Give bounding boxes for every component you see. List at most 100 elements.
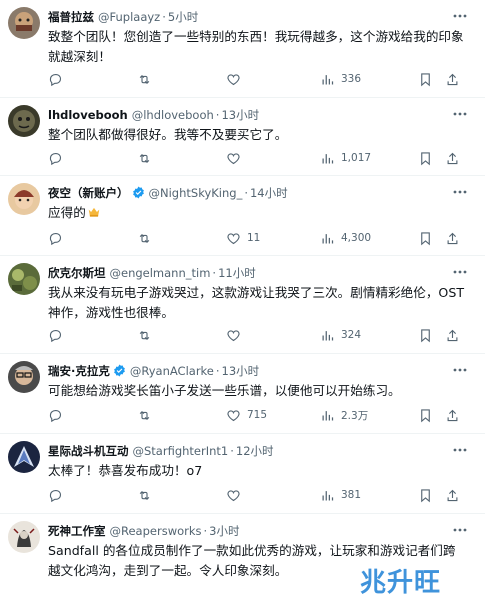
reply-icon — [49, 329, 62, 342]
reply-button[interactable] — [48, 148, 63, 168]
more-icon[interactable] — [451, 521, 469, 539]
verified-badge-icon — [114, 364, 125, 377]
bookmark-icon — [421, 231, 430, 245]
reply-button[interactable] — [48, 325, 63, 345]
views-button[interactable]: 336 — [320, 69, 361, 89]
retweet-button[interactable] — [137, 485, 152, 505]
avatar[interactable] — [8, 105, 40, 137]
share-icon — [447, 489, 458, 501]
like-button[interactable] — [226, 69, 247, 89]
reply-icon — [49, 232, 62, 245]
share-button[interactable] — [445, 325, 460, 345]
tweet[interactable]: 欣克尔斯坦 @engelmann_tim · 11小时 我从来没有玩电子游戏哭过，这款… — [0, 256, 485, 354]
more-icon[interactable] — [451, 7, 469, 25]
share-button[interactable] — [445, 405, 460, 425]
view-count: 324 — [341, 329, 362, 341]
reply-button[interactable] — [48, 69, 63, 89]
more-icon[interactable] — [451, 441, 469, 459]
reply-icon — [49, 73, 62, 86]
bookmark-button[interactable] — [418, 69, 433, 89]
retweet-button[interactable] — [137, 228, 152, 248]
avatar[interactable] — [8, 441, 40, 473]
more-icon[interactable] — [451, 105, 469, 123]
tweet-header: 福普拉兹 @Fuplaayz · 5小时 — [48, 10, 199, 24]
bookmark-icon — [421, 408, 430, 422]
reply-button[interactable] — [48, 228, 63, 248]
timestamp[interactable]: 14小时 — [250, 186, 288, 200]
views-button[interactable]: 324 — [320, 325, 361, 345]
bookmark-icon — [421, 488, 430, 502]
views-button[interactable]: 381 — [320, 485, 361, 505]
like-button[interactable] — [226, 325, 247, 345]
tweet-text: 太棒了！恭喜发布成功！o7 — [48, 463, 203, 478]
timestamp[interactable]: 5小时 — [168, 10, 198, 24]
handle[interactable]: @engelmann_tim — [110, 266, 211, 280]
avatar[interactable] — [8, 361, 40, 393]
tweet[interactable]: 瑞安·克拉克 @RyanAClarke · 13小时 可能想给游戏奖长笛小子发送一些乐… — [0, 354, 485, 434]
tweet-header: 星际战斗机互动 @StarfighterInt1 · 12小时 — [48, 444, 274, 458]
share-button[interactable] — [445, 485, 460, 505]
bookmark-button[interactable] — [418, 228, 433, 248]
like-button[interactable]: 715 — [226, 405, 267, 425]
handle[interactable]: @RyanAClarke — [130, 364, 214, 378]
reply-button[interactable] — [48, 485, 63, 505]
bookmark-button[interactable] — [418, 148, 433, 168]
display-name[interactable]: 福普拉兹 — [48, 10, 94, 24]
views-button[interactable]: 4,300 — [320, 228, 371, 248]
avatar[interactable] — [8, 521, 40, 553]
handle[interactable]: @Reapersworks — [110, 524, 202, 538]
views-icon — [322, 233, 334, 243]
like-button[interactable] — [226, 485, 247, 505]
view-count: 381 — [341, 489, 362, 501]
share-button[interactable] — [445, 228, 460, 248]
like-button[interactable] — [226, 148, 247, 168]
display-name[interactable]: 欣克尔斯坦 — [48, 266, 106, 280]
tweet-header: 瑞安·克拉克 @RyanAClarke · 13小时 — [48, 364, 260, 378]
retweet-button[interactable] — [137, 405, 152, 425]
retweet-button[interactable] — [137, 325, 152, 345]
views-button[interactable]: 2.3万 — [320, 405, 368, 425]
timestamp[interactable]: 13小时 — [222, 364, 260, 378]
share-icon — [447, 329, 458, 341]
avatar[interactable] — [8, 7, 40, 39]
heart-icon — [227, 152, 240, 164]
timestamp[interactable]: 11小时 — [218, 266, 256, 280]
retweet-icon — [139, 410, 150, 420]
more-icon[interactable] — [451, 183, 469, 201]
handle[interactable]: @lhdlovebooh — [132, 108, 214, 122]
display-name[interactable]: 夜空（新账户） — [48, 186, 129, 200]
display-name[interactable]: lhdlovebooh — [48, 108, 128, 122]
share-button[interactable] — [445, 148, 460, 168]
tweet-text: 我从来没有玩电子游戏哭过，这款游戏让我哭了三次。剧情精彩绝伦，OST 神作，游戏… — [48, 285, 465, 320]
timestamp[interactable]: 3小时 — [209, 524, 239, 538]
handle[interactable]: @Fuplaayz — [98, 10, 160, 24]
display-name[interactable]: 死神工作室 — [48, 524, 106, 538]
reply-button[interactable] — [48, 405, 63, 425]
share-button[interactable] — [445, 69, 460, 89]
retweet-button[interactable] — [137, 148, 152, 168]
tweet[interactable]: 夜空（新账户） @NightSkyKing_ · 14小时 应得的 11 4,300 — [0, 176, 485, 256]
retweet-button[interactable] — [137, 69, 152, 89]
handle[interactable]: @NightSkyKing_ — [149, 186, 243, 200]
avatar[interactable] — [8, 183, 40, 215]
share-icon — [447, 409, 458, 421]
more-icon[interactable] — [451, 361, 469, 379]
more-icon[interactable] — [451, 263, 469, 281]
display-name[interactable]: 星际战斗机互动 — [48, 444, 129, 458]
tweet[interactable]: 星际战斗机互动 @StarfighterInt1 · 12小时 太棒了！恭喜发布成功！… — [0, 434, 485, 514]
display-name[interactable]: 瑞安·克拉克 — [48, 364, 110, 378]
tweet[interactable]: lhdlovebooh @lhdlovebooh · 13小时 整个团队都做得很好。我… — [0, 98, 485, 176]
tweet[interactable]: 福普拉兹 @Fuplaayz · 5小时 致整个团队！您创造了一些特别的东西！我玩得越… — [0, 0, 485, 98]
views-button[interactable]: 1,017 — [320, 148, 371, 168]
like-button[interactable]: 11 — [226, 228, 260, 248]
avatar[interactable] — [8, 263, 40, 295]
view-count: 4,300 — [341, 232, 372, 244]
views-icon — [322, 330, 334, 340]
views-icon — [322, 490, 334, 500]
bookmark-button[interactable] — [418, 325, 433, 345]
bookmark-button[interactable] — [418, 485, 433, 505]
timestamp[interactable]: 12小时 — [236, 444, 274, 458]
handle[interactable]: @StarfighterInt1 — [133, 444, 229, 458]
bookmark-button[interactable] — [418, 405, 433, 425]
timestamp[interactable]: 13小时 — [221, 108, 259, 122]
